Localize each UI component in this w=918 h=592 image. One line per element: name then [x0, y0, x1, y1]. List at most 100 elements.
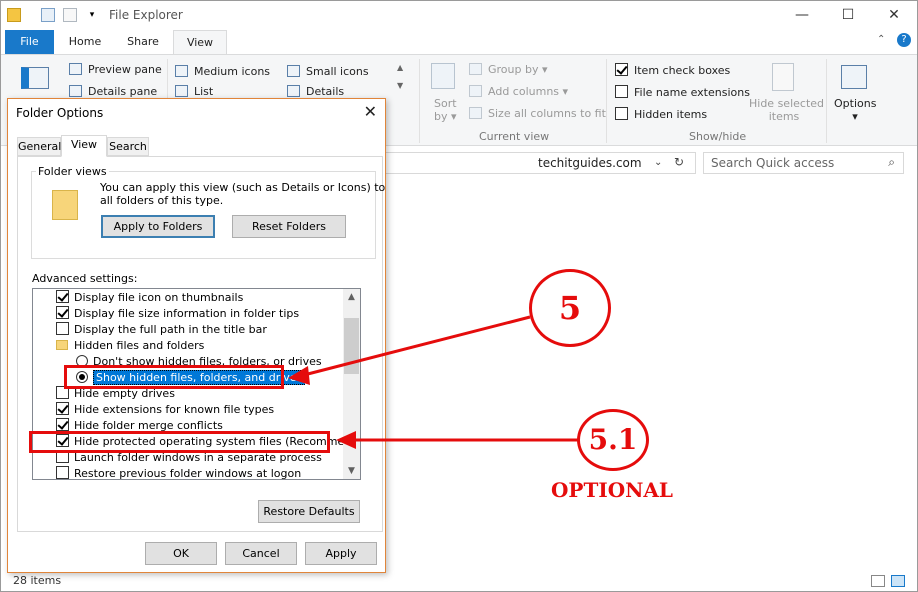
sort-by-word: by — [434, 110, 448, 123]
tab-view[interactable]: View — [173, 30, 227, 54]
current-view-group-label: Current view — [479, 130, 550, 143]
size-columns-label: Size all columns to fit — [488, 107, 606, 120]
hide-selected-label: Hide selected — [749, 97, 825, 110]
setting-checkbox[interactable] — [56, 306, 69, 319]
setting-row[interactable]: Restore previous folder windows at logon — [56, 466, 302, 480]
tab-view[interactable]: View — [61, 135, 107, 157]
setting-row[interactable]: Hide extensions for known file types — [56, 402, 274, 418]
setting-label: Restore previous folder windows at logon — [74, 467, 302, 480]
tab-file[interactable]: File — [5, 30, 54, 54]
setting-label: Display the full path in the title bar — [74, 323, 267, 336]
add-columns-icon — [469, 85, 482, 97]
options-label: Options — [834, 97, 877, 110]
tab-home[interactable]: Home — [61, 30, 109, 54]
hidden-items-toggle[interactable]: Hidden items — [615, 107, 707, 121]
file-name-extensions-checkbox[interactable] — [615, 85, 628, 98]
layout-scroll-icon[interactable]: ▲ ▼ — [397, 63, 403, 90]
folder-options-dialog: Folder Options ✕ General View Search Fol… — [7, 98, 386, 573]
apply-to-folders-button[interactable]: Apply to Folders — [101, 215, 215, 238]
item-check-boxes-toggle[interactable]: Item check boxes — [615, 63, 730, 77]
ribbon-tabs: File Home Share View ⌃ ? — [1, 29, 917, 54]
close-button[interactable]: ✕ — [879, 5, 909, 25]
medium-icons-label: Medium icons — [194, 65, 271, 78]
details-view-icon[interactable] — [871, 575, 885, 587]
add-columns-button[interactable]: Add columns ▾ — [469, 85, 568, 98]
setting-row[interactable]: Display file icon on thumbnails — [56, 290, 243, 306]
scroll-down-icon[interactable]: ▼ — [343, 463, 360, 479]
setting-group-hidden-files: Hidden files and folders — [56, 338, 204, 354]
optional-label: OPTIONAL — [551, 478, 673, 502]
tab-share[interactable]: Share — [119, 30, 167, 54]
details-icon — [287, 85, 300, 97]
navigation-pane-icon[interactable] — [21, 67, 49, 89]
medium-icons-button[interactable]: Medium icons — [175, 65, 270, 78]
details-pane-button[interactable]: Details pane — [69, 85, 157, 98]
scroll-thumb[interactable] — [344, 318, 359, 374]
hide-selected-icon — [772, 63, 794, 91]
tab-general[interactable]: General — [17, 137, 61, 156]
setting-checkbox[interactable] — [56, 466, 69, 479]
dialog-title: Folder Options — [16, 106, 104, 120]
highlight-protected-files — [29, 431, 330, 453]
preview-pane-button[interactable]: Preview pane — [69, 63, 162, 76]
item-check-boxes-checkbox[interactable] — [615, 63, 628, 76]
status-bar: 28 items — [1, 572, 917, 591]
minimize-button[interactable]: — — [787, 5, 817, 25]
ok-button[interactable]: OK — [145, 542, 217, 565]
large-icons-view-icon[interactable] — [891, 575, 905, 587]
dialog-close-button[interactable]: ✕ — [364, 102, 377, 121]
details-pane-label: Details pane — [88, 85, 158, 98]
scroll-up-icon[interactable]: ▲ — [343, 289, 360, 305]
tab-search[interactable]: Search — [107, 137, 149, 156]
sort-by-label[interactable]: Sort by ▾ — [434, 97, 457, 123]
details-label: Details — [306, 85, 345, 98]
collapse-ribbon-icon[interactable]: ⌃ — [877, 34, 885, 45]
hidden-items-label: Hidden items — [634, 108, 708, 121]
refresh-icon[interactable]: ↻ — [674, 155, 684, 169]
address-path: techitguides.com — [538, 156, 642, 170]
show-hide-group-label: Show/hide — [689, 130, 747, 143]
setting-label: Hide extensions for known file types — [74, 403, 275, 416]
step-5-1-badge: 5.1 — [577, 409, 649, 471]
hidden-items-checkbox[interactable] — [615, 107, 628, 120]
title-bar: ▾ File Explorer — ☐ ✕ — [1, 1, 917, 29]
help-icon[interactable]: ? — [897, 33, 911, 47]
setting-label: Display file size information in folder … — [74, 307, 300, 320]
address-bar[interactable]: techitguides.com ⌄ ↻ — [383, 152, 696, 174]
medium-icons-icon — [175, 65, 188, 77]
group-by-button[interactable]: Group by ▾ — [469, 63, 548, 76]
reset-folders-button[interactable]: Reset Folders — [232, 215, 346, 238]
add-columns-label: Add columns — [488, 85, 560, 98]
details-button[interactable]: Details — [287, 85, 344, 98]
search-box[interactable]: Search Quick access ⌕ — [703, 152, 904, 174]
folder-icon — [7, 8, 21, 22]
new-folder-icon[interactable] — [63, 8, 77, 22]
search-input[interactable]: Search Quick access — [711, 156, 834, 170]
options-button[interactable]: Options ▾ — [834, 97, 876, 123]
hide-selected-button[interactable]: Hide selected items — [749, 97, 824, 123]
size-columns-icon — [469, 107, 482, 119]
restore-defaults-button[interactable]: Restore Defaults — [258, 500, 360, 523]
cancel-button[interactable]: Cancel — [225, 542, 297, 565]
size-columns-button[interactable]: Size all columns to fit — [469, 107, 606, 120]
setting-checkbox[interactable] — [56, 290, 69, 303]
properties-icon[interactable] — [41, 8, 55, 22]
setting-checkbox[interactable] — [56, 402, 69, 415]
address-dropdown-icon[interactable]: ⌄ — [654, 157, 662, 168]
setting-checkbox[interactable] — [56, 322, 69, 335]
sort-label: Sort — [434, 97, 457, 110]
setting-checkbox[interactable] — [56, 418, 69, 431]
apply-button[interactable]: Apply — [305, 542, 377, 565]
small-icons-button[interactable]: Small icons — [287, 65, 369, 78]
quick-access-dropdown-icon[interactable]: ▾ — [85, 8, 99, 22]
folder-views-text-line1: You can apply this view (such as Details… — [100, 181, 386, 194]
list-button[interactable]: List — [175, 85, 213, 98]
setting-row[interactable]: Display file size information in folder … — [56, 306, 299, 322]
settings-scrollbar[interactable]: ▲ ▼ — [343, 289, 360, 479]
maximize-button[interactable]: ☐ — [833, 5, 863, 25]
list-icon — [175, 85, 188, 97]
folder-views-label: Folder views — [36, 165, 109, 178]
file-name-extensions-toggle[interactable]: File name extensions — [615, 85, 750, 99]
setting-row[interactable]: Display the full path in the title bar — [56, 322, 267, 338]
search-icon[interactable]: ⌕ — [888, 155, 895, 170]
